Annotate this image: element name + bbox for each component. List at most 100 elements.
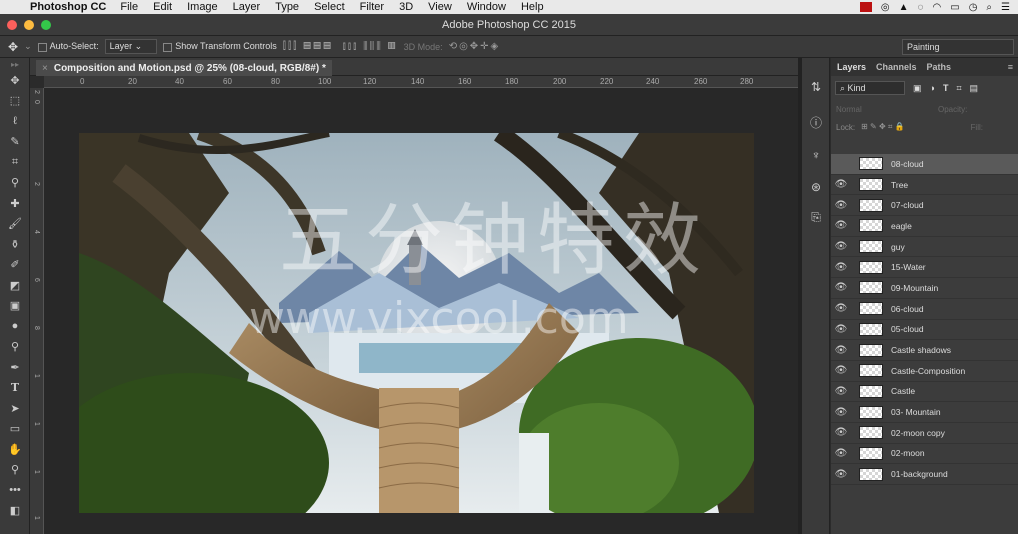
layer-row[interactable]: 👁 Castle shadows <box>831 340 1018 361</box>
visibility-eye-icon[interactable]: 👁 <box>831 220 851 231</box>
info-panel-icon[interactable]: ⓘ <box>808 114 824 130</box>
visibility-eye-icon[interactable]: 👁 <box>831 365 851 376</box>
quick-select-tool-icon[interactable]: ✎ <box>0 132 30 153</box>
layer-row[interactable]: 👁 Castle <box>831 382 1018 403</box>
menu-select[interactable]: Select <box>314 1 345 13</box>
layer-row[interactable]: 👁 eagle <box>831 216 1018 237</box>
layer-row[interactable]: 👁 Castle-Composition <box>831 361 1018 382</box>
messages-icon[interactable]: ◌ <box>918 2 924 13</box>
menu-layer[interactable]: Layer <box>233 1 261 13</box>
visibility-eye-icon[interactable]: 👁 <box>831 179 851 190</box>
layer-row[interactable]: 👁 09-Mountain <box>831 278 1018 299</box>
layer-row[interactable]: 👁 01-background <box>831 464 1018 485</box>
menu-type[interactable]: Type <box>275 1 299 13</box>
menu-image[interactable]: Image <box>187 1 218 13</box>
menu-3d[interactable]: 3D <box>399 1 413 13</box>
menu-file[interactable]: File <box>120 1 138 13</box>
menu-edit[interactable]: Edit <box>153 1 172 13</box>
layer-row[interactable]: 👁 05-cloud <box>831 320 1018 341</box>
menu-help[interactable]: Help <box>521 1 544 13</box>
visibility-eye-icon[interactable]: 👁 <box>831 345 851 356</box>
align-icons[interactable]: ⫿⫿⫿ ▤▤▤ ⫾⫾⫾ ⫼⫼⫼ ▥ <box>283 41 398 52</box>
layer-row[interactable]: 👁 15-Water <box>831 257 1018 279</box>
brush-tool-icon[interactable]: 🖌 <box>0 214 30 235</box>
drive-icon[interactable]: ▲ <box>899 2 909 13</box>
clone-stamp-icon[interactable]: ⚱ <box>0 234 30 255</box>
layer-row[interactable]: 👁 06-cloud <box>831 299 1018 320</box>
gradient-tool-icon[interactable]: ▣ <box>0 296 30 317</box>
move-tool-icon[interactable]: ✥ <box>8 40 18 54</box>
eyedropper-tool-icon[interactable]: ⚲ <box>0 173 30 194</box>
blur-tool-icon[interactable]: ● <box>0 316 30 337</box>
brush-settings-icon[interactable]: ♆ <box>808 148 824 164</box>
panel-menu-icon[interactable]: ≡ <box>1008 62 1013 72</box>
tool-preset-dropdown[interactable]: ⌄ <box>24 41 32 52</box>
creative-cloud-icon[interactable]: ◎ <box>881 2 890 13</box>
workspace-dropdown[interactable]: Painting <box>902 38 1014 55</box>
healing-brush-icon[interactable]: ✚ <box>0 193 30 214</box>
show-transform-checkbox[interactable]: Show Transform Controls <box>163 41 277 52</box>
document-tab[interactable]: × Composition and Motion.psd @ 25% (08-c… <box>36 60 332 76</box>
filter-adjustment-icon[interactable]: ◑ <box>930 83 935 93</box>
visibility-eye-icon[interactable]: 👁 <box>831 303 851 314</box>
artwork-canvas[interactable]: 五分钟特效 www.vixcool.com <box>79 133 754 513</box>
record-icon[interactable] <box>859 2 872 12</box>
layer-row[interactable]: 08-cloud <box>831 154 1018 175</box>
filter-pixel-icon[interactable]: ▣ <box>913 83 922 94</box>
pen-tool-icon[interactable]: ✒ <box>0 357 30 378</box>
filter-smart-object-icon[interactable]: ▤ <box>970 83 979 94</box>
path-select-icon[interactable]: ➤ <box>0 398 30 419</box>
filter-shape-icon[interactable]: ⌗ <box>956 83 961 94</box>
blend-mode-dropdown[interactable]: Normal <box>836 105 932 114</box>
crop-tool-icon[interactable]: ⌗ <box>0 152 30 173</box>
layer-row[interactable]: 👁 07-cloud <box>831 195 1018 217</box>
color-swatches-icon[interactable]: ◧ <box>0 501 30 522</box>
marquee-tool-icon[interactable]: ⬚ <box>0 91 30 112</box>
layer-row[interactable]: 👁 02-moon <box>831 444 1018 465</box>
auto-select-dropdown[interactable]: Layer ⌄ <box>104 39 158 54</box>
filter-type-icon[interactable]: T <box>943 83 949 93</box>
layer-row[interactable]: 👁 02-moon copy <box>831 423 1018 444</box>
menu-filter[interactable]: Filter <box>360 1 384 13</box>
battery-icon[interactable]: ▭ <box>950 2 959 13</box>
more-tools-icon[interactable]: ••• <box>0 480 30 501</box>
lock-icons[interactable]: ⊞ ✎ ✥ ⌗ 🔒 <box>861 122 904 132</box>
auto-select-checkbox[interactable]: Auto-Select: <box>37 41 99 52</box>
filter-kind-dropdown[interactable]: ⌕ Kind <box>835 81 905 95</box>
type-tool-icon[interactable]: T <box>0 378 30 399</box>
time-machine-icon[interactable]: ◷ <box>969 2 978 13</box>
layer-row[interactable]: 👁 guy <box>831 237 1018 258</box>
tab-paths[interactable]: Paths <box>927 62 952 72</box>
tab-channels[interactable]: Channels <box>876 62 917 72</box>
canvas-area[interactable]: 五分钟特效 www.vixcool.com <box>44 88 798 534</box>
dodge-tool-icon[interactable]: ⚲ <box>0 337 30 358</box>
layer-row[interactable]: 👁 Tree <box>831 175 1018 196</box>
visibility-eye-icon[interactable]: 👁 <box>831 241 851 252</box>
visibility-eye-icon[interactable]: 👁 <box>831 200 851 211</box>
tab-layers[interactable]: Layers <box>837 62 866 72</box>
history-brush-icon[interactable]: ✐ <box>0 255 30 276</box>
wifi-icon[interactable]: ◠ <box>933 2 942 13</box>
app-menu[interactable]: Photoshop CC <box>30 1 106 13</box>
visibility-eye-icon[interactable]: 👁 <box>831 427 851 438</box>
menu-view[interactable]: View <box>428 1 452 13</box>
clone-source-icon[interactable]: ⎘ <box>808 210 824 226</box>
visibility-eye-icon[interactable]: 👁 <box>831 262 851 273</box>
spotlight-search-icon[interactable]: ⌕ <box>986 2 992 13</box>
lasso-tool-icon[interactable]: ℓ <box>0 111 30 132</box>
visibility-eye-icon[interactable]: 👁 <box>831 386 851 397</box>
zoom-tool-icon[interactable]: ⚲ <box>0 460 30 481</box>
visibility-eye-icon[interactable]: 👁 <box>831 282 851 293</box>
menu-window[interactable]: Window <box>467 1 506 13</box>
history-panel-icon[interactable]: ⇅ <box>808 80 824 96</box>
eraser-tool-icon[interactable]: ◩ <box>0 275 30 296</box>
3d-mode-icons[interactable]: ⟲◎✥✛◈ <box>449 41 501 52</box>
visibility-eye-icon[interactable]: 👁 <box>831 469 851 480</box>
move-tool-icon[interactable]: ✥ <box>0 70 30 91</box>
layer-row[interactable]: 👁 03- Mountain <box>831 402 1018 423</box>
libraries-panel-icon[interactable]: ⊛ <box>808 180 824 196</box>
close-tab-icon[interactable]: × <box>42 63 48 74</box>
notification-list-icon[interactable]: ☰ <box>1001 2 1010 13</box>
rectangle-tool-icon[interactable]: ▭ <box>0 419 30 440</box>
visibility-eye-icon[interactable]: 👁 <box>831 324 851 335</box>
